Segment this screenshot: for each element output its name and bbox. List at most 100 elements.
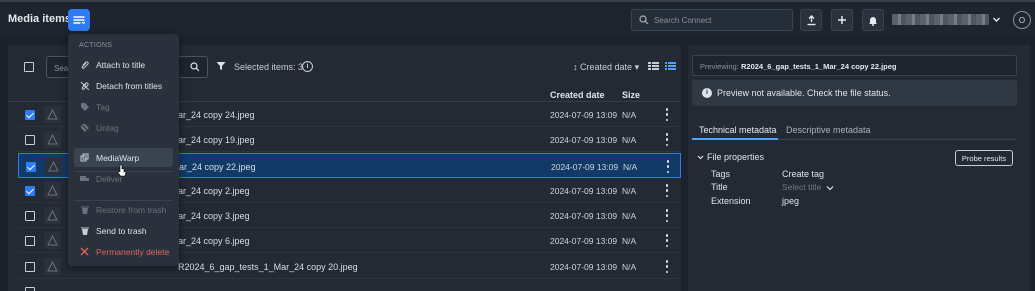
- row-checkbox[interactable]: [25, 236, 35, 246]
- list-view-icon[interactable]: [665, 61, 676, 71]
- menu-item-label: Untag: [96, 123, 119, 133]
- row-more-icon[interactable]: [664, 209, 670, 222]
- menu-item-attach-to-title[interactable]: Attach to title: [74, 55, 173, 74]
- row-more-icon[interactable]: [665, 160, 671, 173]
- file-name[interactable]: ar_24 copy 19.jpeg: [178, 135, 255, 145]
- top-bar: Media items O: [0, 0, 1035, 36]
- file-placeholder-icon: [47, 134, 58, 145]
- row-more-icon[interactable]: [664, 234, 670, 247]
- column-header-created-date[interactable]: Created date: [550, 90, 605, 100]
- preview-notice-text: Preview not available. Check the file st…: [717, 88, 891, 98]
- menu-item-label: MediaWarp: [96, 153, 140, 163]
- file-name[interactable]: R2024_6_gap_tests_1_Mar_24 copy 20.jpeg: [178, 262, 358, 272]
- mediawarp-icon: [80, 153, 89, 162]
- menu-item-detach-from-titles[interactable]: Detach from titles: [74, 76, 173, 95]
- sort-dropdown[interactable]: ↕ Created date ▾: [573, 62, 639, 73]
- previewing-label: Previewing:: [700, 62, 739, 71]
- select-all-checkbox[interactable]: [24, 62, 34, 72]
- info-icon: i: [702, 88, 712, 98]
- created-date: 2024-07-09 13:09: [550, 262, 618, 272]
- menu-item-untag[interactable]: Untag: [74, 118, 173, 137]
- menu-item-restore-from-trash[interactable]: Restore from trash: [74, 200, 173, 219]
- row-checkbox[interactable]: [25, 262, 35, 272]
- row-checkbox[interactable]: [26, 162, 36, 172]
- created-date: 2024-07-09 13:09: [550, 186, 618, 196]
- table-row-partial[interactable]: [18, 279, 681, 291]
- property-key-tags: Tags: [711, 169, 731, 179]
- menu-item-permanently-delete[interactable]: Permanently delete: [74, 242, 173, 261]
- row-more-icon[interactable]: [664, 184, 670, 197]
- probe-results-button[interactable]: Probe results: [955, 150, 1013, 166]
- row-more-icon[interactable]: [664, 108, 670, 121]
- file-size: N/A: [622, 186, 637, 196]
- row-checkbox[interactable]: [25, 211, 35, 221]
- file-properties-title[interactable]: File properties: [707, 152, 764, 162]
- upload-button[interactable]: [800, 9, 822, 31]
- row-more-icon[interactable]: [664, 133, 670, 146]
- created-date: 2024-07-09 13:09: [550, 236, 618, 246]
- file-placeholder-icon: [48, 161, 59, 172]
- global-search-input[interactable]: [654, 13, 784, 27]
- file-size: N/A: [622, 262, 637, 272]
- create-tag-link[interactable]: Create tag: [782, 169, 824, 179]
- chevron-down-icon[interactable]: [697, 154, 704, 161]
- file-thumbnail: [44, 131, 61, 148]
- add-button[interactable]: [831, 9, 853, 31]
- menu-item-label: Restore from trash: [96, 205, 167, 215]
- notifications-button[interactable]: [862, 9, 884, 31]
- filter-icon[interactable]: [216, 61, 226, 71]
- actions-menu-button[interactable]: [68, 9, 90, 31]
- page-title: Media items: [8, 13, 71, 25]
- column-header-size[interactable]: Size: [622, 90, 640, 100]
- created-date: 2024-07-09 13:09: [550, 110, 618, 120]
- row-checkbox[interactable]: [25, 287, 35, 291]
- row-more-icon[interactable]: [664, 260, 670, 273]
- file-name[interactable]: ar_24 copy 24.jpeg: [178, 110, 255, 120]
- property-key-title: Title: [711, 182, 728, 192]
- file-placeholder-icon: [47, 185, 58, 196]
- file-thumbnail: [44, 232, 61, 249]
- file-name[interactable]: ar_24 copy 3.jpeg: [178, 211, 250, 221]
- truck-icon: [80, 176, 89, 181]
- file-placeholder-icon: [47, 261, 58, 272]
- info-icon[interactable]: i: [302, 61, 313, 72]
- menu-item-send-to-trash[interactable]: Send to trash: [74, 221, 173, 240]
- compact-view-icon[interactable]: [648, 61, 659, 71]
- property-key-extension: Extension: [711, 196, 751, 206]
- file-placeholder-icon: [47, 235, 58, 246]
- file-name[interactable]: ar_24 copy 22.jpeg: [179, 162, 256, 172]
- avatar[interactable]: O: [1013, 11, 1031, 29]
- menu-header: ACTIONS: [79, 42, 113, 49]
- trash-icon: [81, 227, 89, 235]
- chevron-down-icon[interactable]: [826, 184, 834, 192]
- active-tab-indicator: [692, 138, 778, 140]
- user-name-blurred[interactable]: [892, 14, 989, 25]
- global-search[interactable]: [631, 9, 793, 31]
- select-title-dropdown[interactable]: Select title: [782, 182, 821, 192]
- file-name[interactable]: ar_24 copy 2.jpeg: [178, 186, 250, 196]
- restore-icon: [81, 206, 89, 214]
- selected-count: Selected items: 3: [234, 62, 304, 72]
- file-thumbnail: [45, 158, 62, 175]
- file-size: N/A: [623, 162, 638, 172]
- created-date: 2024-07-09 13:09: [550, 135, 618, 145]
- menu-divider: [74, 200, 173, 201]
- paperclip-off-icon: [80, 81, 89, 90]
- file-name[interactable]: ar_24 copy 6.jpeg: [178, 236, 250, 246]
- search-icon[interactable]: [190, 62, 200, 72]
- menu-item-label: Detach from titles: [96, 81, 163, 91]
- menu-item-tag[interactable]: Tag: [74, 97, 173, 116]
- file-thumbnail: [44, 258, 61, 275]
- file-size: N/A: [622, 211, 637, 221]
- file-size: N/A: [622, 110, 637, 120]
- tab-descriptive-metadata[interactable]: Descriptive metadata: [786, 125, 871, 135]
- row-checkbox[interactable]: [25, 186, 35, 196]
- created-date: 2024-07-09 13:09: [551, 162, 619, 172]
- chevron-down-icon: ▾: [634, 62, 640, 72]
- list-menu-icon: [73, 16, 85, 25]
- tab-technical-metadata[interactable]: Technical metadata: [699, 125, 777, 135]
- row-checkbox[interactable]: [25, 110, 35, 120]
- file-thumbnail: [44, 207, 61, 224]
- row-checkbox[interactable]: [25, 135, 35, 145]
- chevron-down-icon[interactable]: [992, 15, 1001, 24]
